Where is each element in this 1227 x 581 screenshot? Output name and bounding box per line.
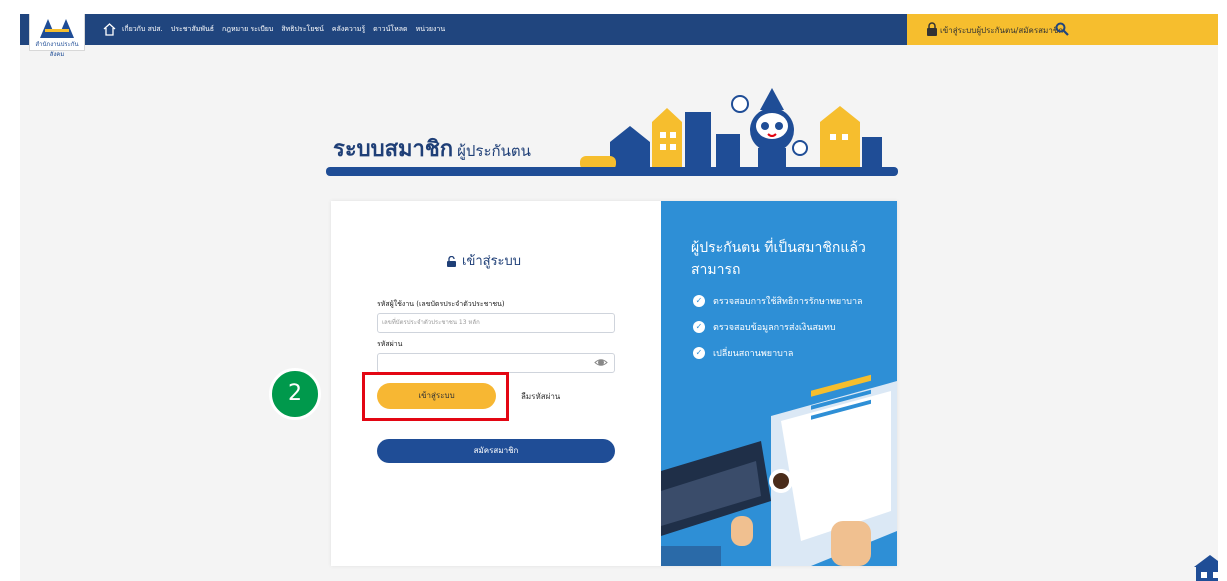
building-icon[interactable] [1192,553,1218,581]
sso-logo-mark-icon [40,19,74,38]
menu-item-benefits[interactable]: สิทธิประโยชน์ [281,24,324,35]
menu-item-units[interactable]: หน่วยงาน [416,24,446,35]
benefit-item: ✓ ตรวจสอบการใช้สิทธิการรักษาพยาบาล [693,294,863,308]
menu-item-download[interactable]: ดาวน์โหลด [373,24,407,35]
banner-title: ระบบสมาชิก ผู้ประกันตน [333,131,531,166]
forgot-password-link[interactable]: ลืมรหัสผ่าน [521,390,560,403]
benefit-item-label: ตรวจสอบการใช้สิทธิการรักษาพยาบาล [713,297,863,307]
unlock-icon [447,256,456,267]
banner-illustration-icon [580,88,882,174]
check-icon: ✓ [693,295,705,307]
member-login-strip: เข้าสู่ระบบผู้ประกันตน/สมัครสมาชิก [907,14,1218,45]
password-input[interactable] [377,353,615,373]
sso-logo[interactable]: สำนักงานประกันสังคม [29,14,85,58]
menu-item-news[interactable]: ประชาสัมพันธ์ [171,24,214,35]
search-icon[interactable] [1055,22,1069,36]
menu-item-knowledge[interactable]: คลังความรู้ [332,24,365,35]
logo-caption: สำนักงานประกันสังคม [35,41,79,58]
login-card: เข้าสู่ระบบ รหัสผู้ใช้งาน (เลขบัตรประจำต… [269,201,897,566]
benefits-title: ผู้ประกันตน ที่เป็นสมาชิกแล้ว สามารถ [691,240,866,278]
login-title-text: เข้าสู่ระบบ [462,254,522,269]
username-input[interactable]: เลขที่บัตรประจำตัวประชาชน 13 หลัก [377,313,615,333]
login-button[interactable]: เข้าสู่ระบบ [377,383,496,409]
menu-item-law[interactable]: กฎหมาย ระเบียบ [222,24,273,35]
benefits-panel: ผู้ประกันตน ที่เป็นสมาชิกแล้ว สามารถ ✓ ตร… [661,201,897,566]
banner-title-sub: ผู้ประกันตน [457,142,531,160]
password-label: รหัสผ่าน [377,340,403,348]
menu-item-about[interactable]: เกี่ยวกับ สปส. [122,24,163,35]
lock-icon [927,22,937,36]
home-icon[interactable] [102,22,117,37]
login-panel: เข้าสู่ระบบ รหัสผู้ใช้งาน (เลขบัตรประจำต… [269,201,659,566]
page-frame: สำนักงานประกันสังคม เกี่ยวกับ สปส. ประชา… [20,14,1218,581]
login-title: เข้าสู่ระบบ [446,250,521,271]
banner-divider [326,167,898,176]
top-navbar: สำนักงานประกันสังคม เกี่ยวกับ สปส. ประชา… [20,14,1218,58]
banner-title-main: ระบบสมาชิก [333,137,454,162]
main-menu: เกี่ยวกับ สปส. ประชาสัมพันธ์ กฎหมาย ระเบ… [122,14,453,45]
member-login-link[interactable]: เข้าสู่ระบบผู้ประกันตน/สมัครสมาชิก [940,24,1063,37]
show-password-eye-icon[interactable] [591,353,611,372]
laptop-illustration-icon [661,374,897,566]
register-button[interactable]: สมัครสมาชิก [377,439,615,463]
step-number-badge: 2 [269,368,321,420]
username-label: รหัสผู้ใช้งาน (เลขบัตรประจำตัวประชาชน) [377,300,505,308]
